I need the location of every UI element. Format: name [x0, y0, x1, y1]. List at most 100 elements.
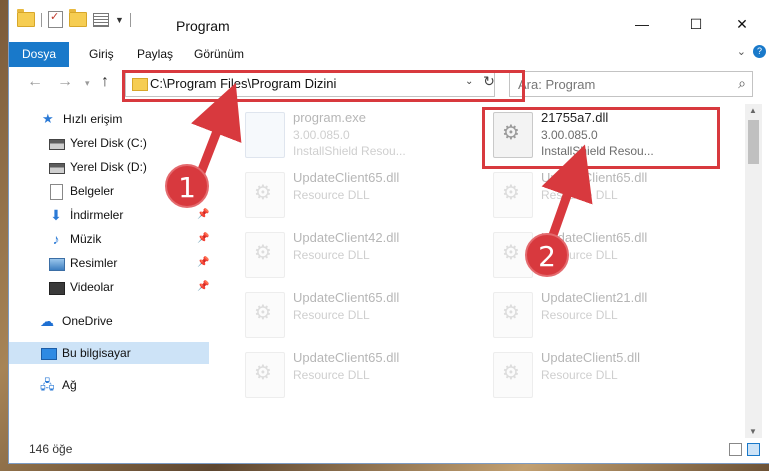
scroll-up-icon[interactable]: ▲ — [749, 106, 757, 115]
sidebar-item-local-disk-c[interactable]: Yerel Disk (C:) — [9, 132, 209, 154]
sidebar-item-pictures[interactable]: Resimler 📌 — [9, 252, 209, 274]
status-bar: 146 öğe — [9, 438, 769, 462]
expand-ribbon-icon[interactable]: ⌄ — [737, 45, 746, 58]
sidebar-item-music[interactable]: ♪ Müzik 📌 — [9, 228, 210, 250]
tab-giris[interactable]: Giriş — [89, 42, 114, 67]
videos-icon — [49, 282, 65, 295]
dll-file-icon: ⚙ — [493, 292, 533, 338]
file-description: Resource DLL — [541, 368, 618, 382]
address-bar-highlight — [122, 70, 525, 102]
sidebar-item-label: İndirmeler — [70, 208, 124, 222]
maximize-button[interactable]: ☐ — [673, 16, 719, 33]
file-description: Resource DLL — [293, 188, 370, 202]
vertical-scrollbar[interactable]: ▲ ▼ — [745, 104, 762, 438]
download-icon: ⬇ — [50, 207, 62, 223]
navigation-pane: ★ Hızlı erişim Yerel Disk (C:) Yerel Dis… — [9, 104, 214, 438]
dll-file-icon: ⚙ — [493, 352, 533, 398]
sidebar-item-onedrive[interactable]: ☁ OneDrive — [9, 310, 209, 332]
file-name: UpdateClient65.dll — [293, 350, 400, 365]
music-icon: ♪ — [52, 231, 60, 247]
tab-paylas[interactable]: Paylaş — [137, 42, 173, 67]
file-version: 3.00.085.0 — [293, 128, 350, 142]
toolbar-separator — [129, 12, 131, 27]
dll-file-icon: ⚙ — [245, 232, 285, 278]
sidebar-item-label: Yerel Disk (C:) — [70, 136, 147, 150]
sidebar-item-label: Bu bilgisayar — [62, 346, 131, 360]
sidebar-item-label: Yerel Disk (D:) — [70, 160, 147, 174]
quick-access-toolbar: ▼ — [17, 9, 131, 28]
scroll-down-icon[interactable]: ▼ — [749, 427, 757, 436]
tab-dosya[interactable]: Dosya — [9, 42, 70, 67]
new-folder-icon[interactable] — [69, 9, 87, 27]
window-title: Program — [176, 18, 230, 34]
file-item[interactable]: ⚙ UpdateClient65.dll Resource DLL — [245, 288, 485, 344]
gear-icon: ⚙ — [254, 242, 272, 264]
minimize-button[interactable]: — — [619, 16, 665, 32]
drive-icon — [49, 139, 65, 150]
folder-icon[interactable] — [17, 9, 35, 27]
exe-file-icon — [245, 112, 285, 158]
customize-toolbar-icon[interactable]: ▼ — [115, 15, 124, 25]
documents-icon — [50, 184, 63, 200]
sidebar-item-quick-access[interactable]: ★ Hızlı erişim — [9, 108, 209, 130]
file-item[interactable]: ⚙ UpdateClient65.dll Resource DLL — [245, 168, 485, 224]
file-description: Resource DLL — [541, 308, 618, 322]
help-icon[interactable]: ? — [753, 45, 766, 58]
sidebar-item-label: OneDrive — [62, 314, 113, 328]
search-placeholder: Ara: Program — [518, 77, 596, 92]
forward-arrow-icon[interactable]: → — [57, 73, 73, 91]
gear-icon: ⚙ — [254, 362, 272, 384]
file-name: UpdateClient42.dll — [293, 230, 400, 245]
dll-file-icon: ⚙ — [493, 172, 533, 218]
sidebar-item-label: Müzik — [70, 232, 102, 246]
pin-icon[interactable]: 📌 — [197, 252, 209, 274]
file-description: Resource DLL — [293, 308, 370, 322]
close-button[interactable]: ✕ — [719, 16, 765, 33]
file-item[interactable]: ⚙ UpdateClient42.dll Resource DLL — [245, 228, 485, 284]
view-icon[interactable] — [93, 12, 109, 27]
pin-icon[interactable]: 📌 — [197, 276, 209, 298]
step-marker-1: 1 — [165, 164, 209, 208]
sidebar-item-this-pc[interactable]: Bu bilgisayar — [9, 342, 209, 364]
file-description: Resource DLL — [293, 248, 370, 262]
gear-icon: ⚙ — [254, 182, 272, 204]
sidebar-item-videos[interactable]: Videolar 📌 — [9, 276, 209, 298]
sidebar-item-label: Resimler — [70, 256, 118, 270]
network-icon: 🖧 — [40, 377, 55, 392]
sidebar-item-downloads[interactable]: ⬇ İndirmeler 📌 — [9, 204, 209, 226]
step-marker-2: 2 — [525, 233, 569, 277]
dll-file-icon: ⚙ — [245, 292, 285, 338]
tab-gorunum[interactable]: Görünüm — [194, 42, 244, 67]
file-item[interactable]: ⚙ UpdateClient65.dll Resource DLL — [493, 168, 733, 224]
sidebar-item-label: Ağ — [62, 378, 77, 392]
file-name: UpdateClient65.dll — [541, 170, 648, 185]
properties-icon[interactable] — [48, 10, 63, 28]
file-description: InstallShield Resou... — [293, 144, 406, 158]
search-icon[interactable]: ⌕ — [738, 75, 746, 92]
item-count: 146 öğe — [29, 442, 73, 456]
large-icons-view-icon[interactable] — [747, 443, 760, 456]
file-item[interactable]: program.exe 3.00.085.0 InstallShield Res… — [245, 108, 485, 164]
file-highlight — [482, 107, 720, 169]
scrollbar-thumb[interactable] — [748, 120, 759, 164]
gear-icon: ⚙ — [254, 302, 272, 324]
pin-icon[interactable]: 📌 — [197, 204, 209, 226]
file-description: Resource DLL — [293, 368, 370, 382]
back-arrow-icon[interactable]: ← — [27, 73, 43, 91]
drive-icon — [49, 163, 65, 174]
recent-locations-icon[interactable]: ▾ — [85, 78, 90, 89]
dll-file-icon: ⚙ — [245, 352, 285, 398]
pictures-icon — [49, 258, 65, 271]
sidebar-item-label: Videolar — [70, 280, 114, 294]
pin-icon[interactable]: 📌 — [197, 228, 209, 250]
file-item[interactable]: ⚙ UpdateClient65.dll Resource DLL — [245, 348, 485, 404]
star-icon: ★ — [42, 111, 54, 126]
search-input[interactable]: Ara: Program ⌕ — [509, 71, 753, 97]
file-item[interactable]: ⚙ UpdateClient21.dll Resource DLL — [493, 288, 733, 344]
sidebar-item-network[interactable]: 🖧 Ağ — [9, 374, 209, 396]
file-item[interactable]: ⚙ UpdateClient5.dll Resource DLL — [493, 348, 733, 404]
cloud-icon: ☁ — [40, 313, 54, 329]
up-arrow-icon[interactable]: ↑ — [101, 73, 109, 91]
gear-icon: ⚙ — [502, 362, 520, 384]
details-view-icon[interactable] — [729, 443, 742, 456]
